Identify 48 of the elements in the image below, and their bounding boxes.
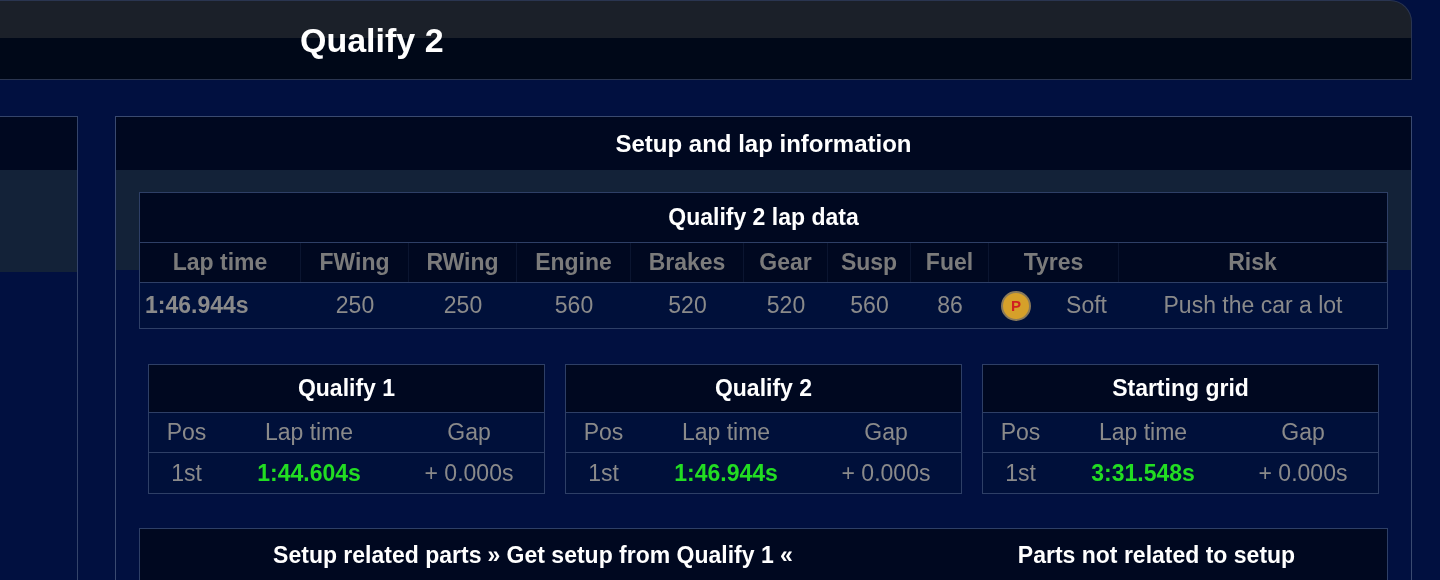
table-cell: 1:46.944s xyxy=(145,292,249,319)
column-header: Susp xyxy=(840,249,898,276)
column-header: Gear xyxy=(759,249,812,276)
column-header: Pos xyxy=(1000,419,1041,446)
section-title: Setup related parts xyxy=(273,541,482,569)
table-cell: Push the car a lot xyxy=(1163,292,1343,319)
table-cell: 250 xyxy=(335,292,375,319)
table-cell: 1:46.944s xyxy=(674,459,778,487)
column-header: Brakes xyxy=(648,249,726,276)
table-cell: 1:44.604s xyxy=(257,459,361,487)
column-header: Pos xyxy=(583,419,624,446)
section-title: Parts not related to setup xyxy=(1017,541,1296,569)
column-header: Lap time xyxy=(681,419,771,446)
page-title: Qualify 2 xyxy=(300,20,444,60)
column-header: Fuel xyxy=(925,249,974,276)
column-header: Lap time xyxy=(1098,419,1188,446)
table-title: Qualify 2 xyxy=(714,375,813,402)
table-cell: 250 xyxy=(443,292,483,319)
column-header: Tyres xyxy=(1023,249,1084,276)
table-title: Starting grid xyxy=(1112,375,1249,402)
column-header: Gap xyxy=(1281,419,1325,446)
column-header: RWing xyxy=(426,249,499,276)
table-cell: + 0.000s xyxy=(1258,459,1348,487)
column-header: Lap time xyxy=(172,249,268,276)
table-cell: 3:31.548s xyxy=(1091,459,1195,487)
table-title: Qualify 2 lap data xyxy=(668,204,859,231)
column-header: Pos xyxy=(166,419,207,446)
table-cell: 520 xyxy=(766,292,806,319)
table-cell: 1st xyxy=(171,459,202,487)
table-cell: 520 xyxy=(668,292,707,319)
get-setup-link[interactable]: » Get setup from Qualify 1 « xyxy=(487,541,793,569)
table-cell: 1st xyxy=(1005,459,1036,487)
table-cell: 560 xyxy=(554,292,594,319)
tyre-icon: P xyxy=(1001,290,1031,321)
column-header: Lap time xyxy=(264,419,354,446)
column-header: Gap xyxy=(447,419,491,446)
table-cell: + 0.000s xyxy=(424,459,514,487)
table-cell: 1st xyxy=(588,459,619,487)
panel-title: Setup and lap information xyxy=(615,129,912,158)
table-cell: 560 xyxy=(850,292,889,319)
column-header: Risk xyxy=(1228,249,1277,276)
table-cell: 86 xyxy=(937,292,963,319)
table-title: Qualify 1 xyxy=(297,375,396,402)
column-header: FWing xyxy=(319,249,390,276)
column-header: Engine xyxy=(535,249,612,276)
column-header: Gap xyxy=(864,419,908,446)
table-cell: Soft xyxy=(1066,292,1107,319)
table-cell: + 0.000s xyxy=(841,459,931,487)
